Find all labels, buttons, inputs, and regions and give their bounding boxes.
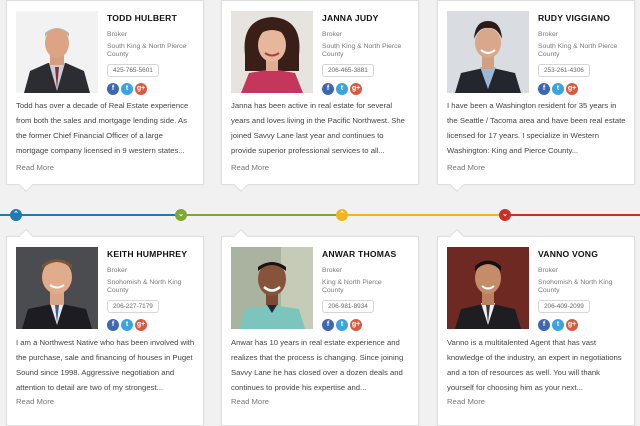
read-more-link[interactable]: Read More <box>447 163 485 172</box>
timeline-line-blue <box>0 214 179 216</box>
agent-photo[interactable] <box>16 11 98 93</box>
agent-area: South King & North Pierce County <box>322 43 402 58</box>
twitter-icon[interactable]: t <box>121 83 133 95</box>
agent-area: South King & North Pierce County <box>107 43 187 58</box>
read-more-link[interactable]: Read More <box>447 397 485 406</box>
agent-area: King & North Pierce County <box>322 279 382 294</box>
facebook-icon[interactable]: f <box>322 83 334 95</box>
chevron-up-icon[interactable]: ⌃ <box>336 209 348 221</box>
chevron-up-icon[interactable]: ⌃ <box>10 209 22 221</box>
agent-phone[interactable]: 206-465-3881 <box>322 64 374 77</box>
agent-card: JANNA JUDY Broker South King & North Pie… <box>221 0 419 193</box>
chevron-down-icon[interactable]: ⌄ <box>499 209 511 221</box>
card-pointer <box>18 228 34 244</box>
agent-bio: I have been a Washington resident for 35… <box>447 101 626 155</box>
agent-bio: I am a Northwest Native who has been inv… <box>16 338 195 392</box>
agent-phone[interactable]: 206-409-2099 <box>538 300 590 313</box>
facebook-icon[interactable]: f <box>538 83 550 95</box>
agent-card: RUDY VIGGIANO Broker South King & North … <box>437 0 635 193</box>
agent-role: Broker <box>322 31 343 38</box>
card-pointer <box>18 177 34 193</box>
twitter-icon[interactable]: t <box>336 319 348 331</box>
agent-name: TODD HULBERT <box>107 13 178 23</box>
agent-area: Snohomish & North King County <box>107 279 182 294</box>
timeline-line-red <box>504 214 640 216</box>
agent-photo[interactable] <box>16 247 98 329</box>
agent-role: Broker <box>322 267 343 274</box>
agent-card: TODD HULBERT Broker South King & North P… <box>6 0 204 193</box>
card-pointer <box>233 177 249 193</box>
agent-card: VANNO VONG Broker Snohomish & North King… <box>437 228 635 426</box>
agent-card: KEITH HUMPHREY Broker Snohomish & North … <box>6 228 204 426</box>
agent-role: Broker <box>107 31 128 38</box>
timeline-line-yellow <box>340 214 504 216</box>
agent-photo[interactable] <box>447 11 529 93</box>
read-more-link[interactable]: Read More <box>231 397 269 406</box>
read-more-link[interactable]: Read More <box>16 397 54 406</box>
google-plus-icon[interactable]: g+ <box>135 319 147 331</box>
agent-bio: Janna has been active in real estate for… <box>231 101 405 155</box>
social-links: f t g+ <box>538 83 630 95</box>
agent-name: KEITH HUMPHREY <box>107 249 188 259</box>
google-plus-icon[interactable]: g+ <box>135 83 147 95</box>
agent-role: Broker <box>538 267 559 274</box>
read-more-link[interactable]: Read More <box>16 163 54 172</box>
agent-bio: Anwar has 10 years in real estate experi… <box>231 338 404 392</box>
twitter-icon[interactable]: t <box>336 83 348 95</box>
agent-photo[interactable] <box>231 11 313 93</box>
card-pointer <box>449 228 465 244</box>
agent-name: JANNA JUDY <box>322 13 379 23</box>
social-links: f t g+ <box>538 319 630 331</box>
agent-name: RUDY VIGGIANO <box>538 13 611 23</box>
agent-photo[interactable] <box>447 247 529 329</box>
social-links: f t g+ <box>322 83 414 95</box>
facebook-icon[interactable]: f <box>107 319 119 331</box>
google-plus-icon[interactable]: g+ <box>350 83 362 95</box>
google-plus-icon[interactable]: g+ <box>350 319 362 331</box>
read-more-link[interactable]: Read More <box>231 163 269 172</box>
agent-bio: Vanno is a multitalented Agent that has … <box>447 338 622 392</box>
chevron-down-icon[interactable]: ⌄ <box>175 209 187 221</box>
agent-area: South King & North Pierce County <box>538 43 618 58</box>
agent-phone[interactable]: 425-765-5601 <box>107 64 159 77</box>
twitter-icon[interactable]: t <box>121 319 133 331</box>
google-plus-icon[interactable]: g+ <box>566 319 578 331</box>
facebook-icon[interactable]: f <box>538 319 550 331</box>
social-links: f t g+ <box>107 83 199 95</box>
twitter-icon[interactable]: t <box>552 83 564 95</box>
agent-bio: Todd has over a decade of Real Estate ex… <box>16 101 189 155</box>
agent-name: VANNO VONG <box>538 249 599 259</box>
timeline-line-green <box>179 214 340 216</box>
agent-area: Snohomish & North King County <box>538 279 613 294</box>
card-pointer <box>233 228 249 244</box>
card-pointer <box>449 177 465 193</box>
social-links: f t g+ <box>107 319 199 331</box>
social-links: f t g+ <box>322 319 414 331</box>
agent-role: Broker <box>107 267 128 274</box>
agent-phone[interactable]: 253-261-4306 <box>538 64 590 77</box>
agent-role: Broker <box>538 31 559 38</box>
facebook-icon[interactable]: f <box>107 83 119 95</box>
agent-photo[interactable] <box>231 247 313 329</box>
facebook-icon[interactable]: f <box>322 319 334 331</box>
agent-phone[interactable]: 206-981-8934 <box>322 300 374 313</box>
agent-card: ANWAR THOMAS Broker King & North Pierce … <box>221 228 419 426</box>
twitter-icon[interactable]: t <box>552 319 564 331</box>
agent-name: ANWAR THOMAS <box>322 249 397 259</box>
google-plus-icon[interactable]: g+ <box>566 83 578 95</box>
agent-phone[interactable]: 206-227-7179 <box>107 300 159 313</box>
